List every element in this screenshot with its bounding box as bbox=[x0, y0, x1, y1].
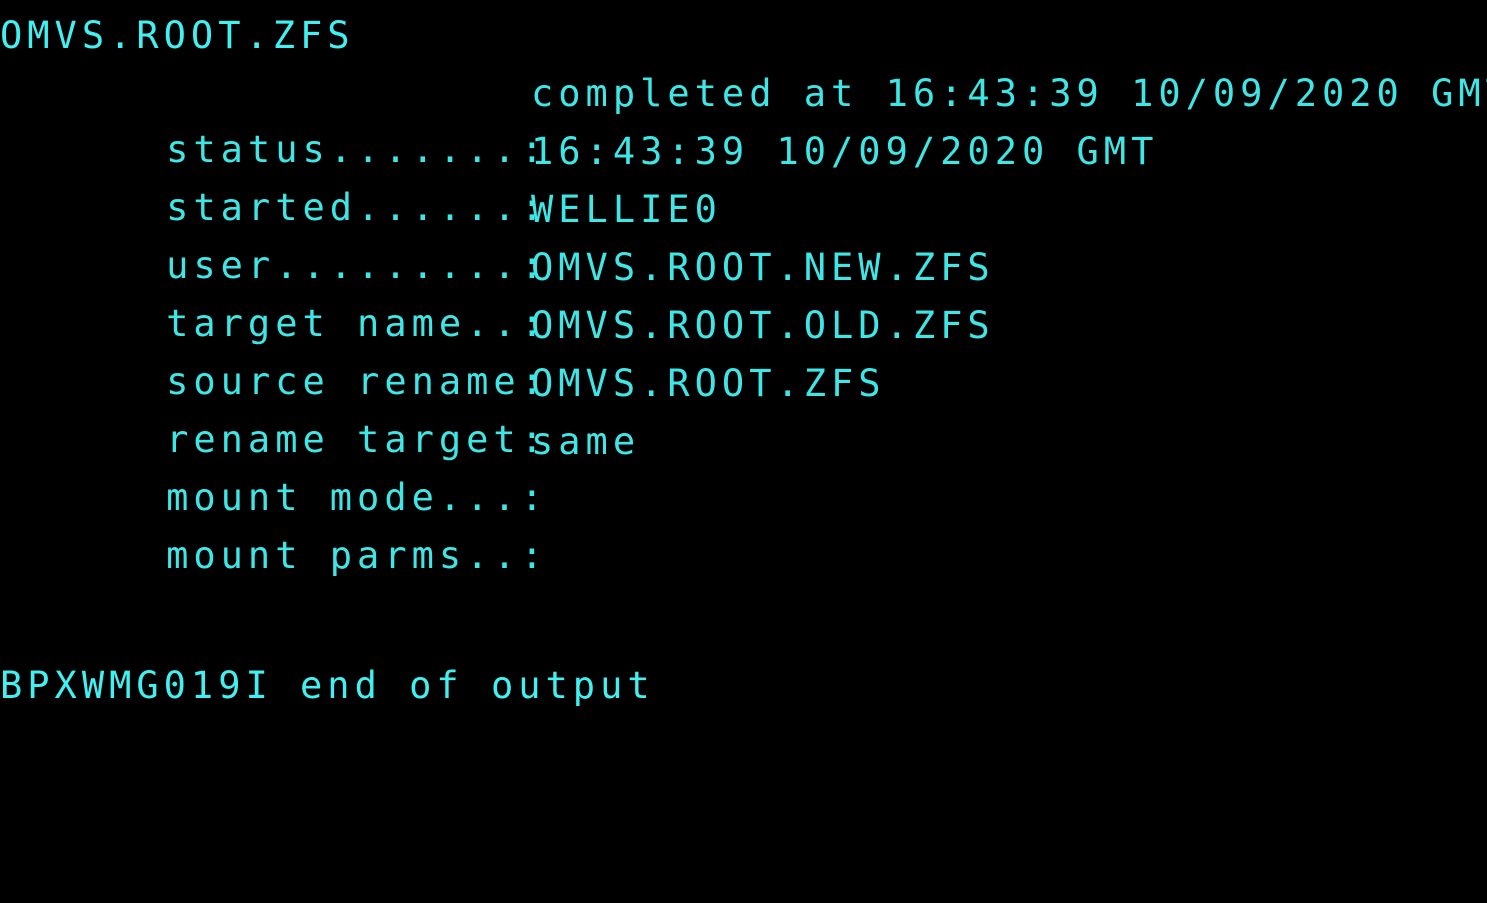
field-value-started: 16:43:39 10/09/2020 GMT bbox=[531, 130, 1159, 173]
field-value-target-name: OMVS.ROOT.NEW.ZFS bbox=[531, 246, 995, 289]
terminal-screen: OMVS.ROOT.ZFS status.......: completed a… bbox=[0, 0, 1487, 716]
field-row-started: started......: 16:43:39 10/09/2020 GMT bbox=[57, 124, 1153, 229]
status-message: BPXWMG019I end of output bbox=[0, 664, 655, 707]
field-row-mount-parms: mount parms..: bbox=[57, 472, 548, 577]
field-row-target-name: target name..: OMVS.ROOT.NEW.ZFS bbox=[57, 240, 990, 345]
field-row-rename-target: rename target: OMVS.ROOT.ZFS bbox=[57, 356, 880, 461]
field-value-user: WELLIE0 bbox=[531, 188, 722, 231]
field-label-mount-parms: mount parms..: bbox=[166, 534, 548, 577]
field-value-rename-target: OMVS.ROOT.ZFS bbox=[531, 362, 886, 405]
field-row-user: user.........: WELLIE0 bbox=[57, 182, 717, 287]
field-row-mount-mode: mount mode...: same bbox=[57, 414, 635, 519]
field-row-source-rename: source rename: OMVS.ROOT.OLD.ZFS bbox=[57, 298, 990, 403]
field-row-status: status.......: completed at 16:43:39 10/… bbox=[57, 66, 1487, 171]
dataset-title: OMVS.ROOT.ZFS bbox=[0, 14, 355, 57]
field-value-status: completed at 16:43:39 10/09/2020 GMT bbox=[531, 72, 1487, 115]
field-value-source-rename: OMVS.ROOT.OLD.ZFS bbox=[531, 304, 995, 347]
field-value-mount-mode: same bbox=[531, 420, 641, 463]
